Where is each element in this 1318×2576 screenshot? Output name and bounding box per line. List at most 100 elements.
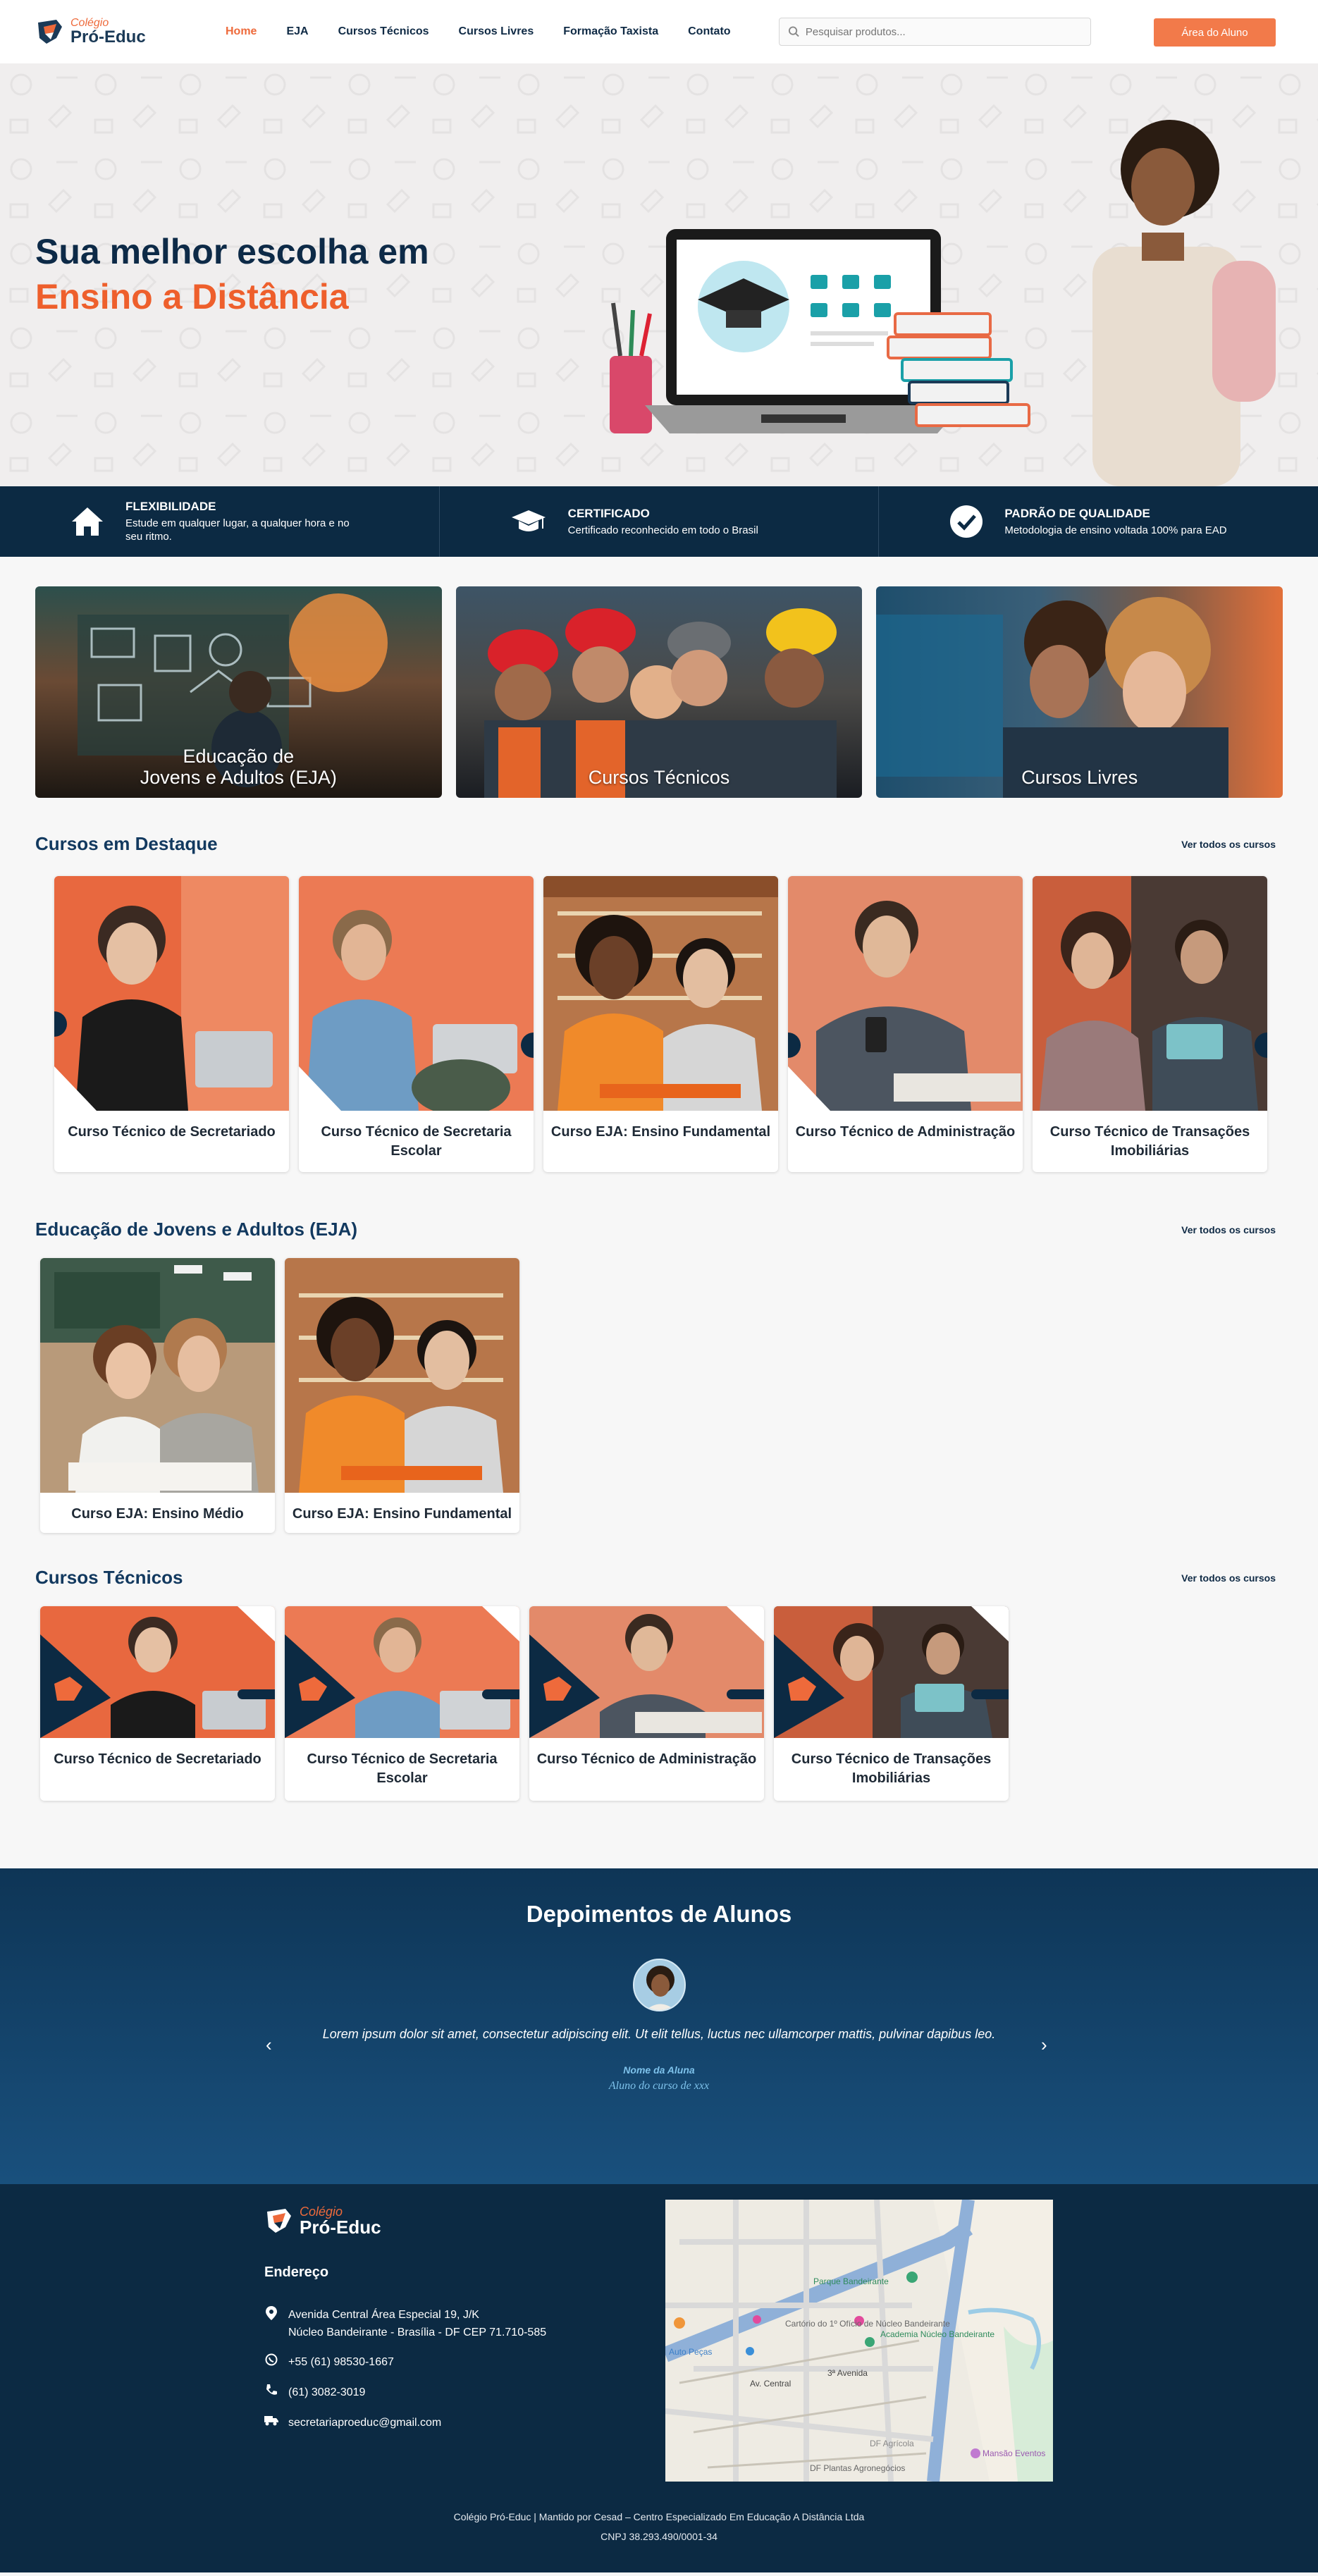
course-title: Curso Técnico de Secretariado xyxy=(68,1124,276,1140)
section-title: Cursos Técnicos xyxy=(35,1567,183,1588)
prev-arrow-icon[interactable]: ‹ xyxy=(266,2034,272,2056)
course-title: Curso EJA: Ensino Médio xyxy=(71,1506,244,1522)
logo-mark-icon xyxy=(38,20,62,44)
category-label-line1: Educação de xyxy=(183,746,295,767)
search-icon xyxy=(788,26,799,37)
course-card[interactable]: Curso Técnico de Secretaria Escolar xyxy=(285,1606,519,1801)
course-card[interactable]: Curso EJA: Ensino Médio xyxy=(40,1258,275,1533)
footer-logo[interactable]: Colégio Pró-Educ xyxy=(264,2205,546,2236)
map-label: Parque Bandeirante xyxy=(813,2276,889,2286)
course-card[interactable]: Curso Técnico de Transações Imobiliárias xyxy=(1033,876,1267,1172)
hero-title: Sua melhor escolha em Ensino a Distância xyxy=(35,229,429,319)
area-do-aluno-button[interactable]: Área do Aluno xyxy=(1154,18,1276,47)
section-title: Cursos em Destaque xyxy=(35,833,218,854)
feature-title: CERTIFICADO xyxy=(567,506,650,520)
hero-illustration xyxy=(610,120,1276,486)
course-card[interactable]: Curso Técnico de Transações Imobiliárias xyxy=(774,1606,1009,1801)
footer-copyright: Colégio Pró-Educ | Mantido por Cesad – C… xyxy=(453,2511,865,2522)
nav-home[interactable]: Home xyxy=(226,25,257,38)
category-card-livres[interactable]: Cursos Livres xyxy=(876,586,1283,798)
site-footer: Colégio Pró-Educ Endereço Avenida Centra… xyxy=(0,2184,1318,2572)
course-title: Curso Técnico de Secretariado xyxy=(54,1751,261,1767)
ver-todos-link[interactable]: Ver todos os cursos xyxy=(1181,839,1276,850)
course-card[interactable]: Curso Técnico de Secretariado xyxy=(40,1606,275,1801)
hero-title-line2: Ensino a Distância xyxy=(35,277,349,316)
map-label: Av. Central xyxy=(750,2379,791,2389)
course-card[interactable]: Curso EJA: Ensino Fundamental xyxy=(543,876,778,1172)
whatsapp-number: +55 (61) 98530-1667 xyxy=(288,2356,394,2368)
testimonials-section: Depoimentos de Alunos ‹ › Lorem ipsum do… xyxy=(0,1868,1318,2184)
next-arrow-icon[interactable]: › xyxy=(1041,2034,1047,2056)
search-box xyxy=(779,18,1091,46)
map-label: Academia Núcleo Bandeirante xyxy=(880,2329,994,2339)
graduation-cap-icon xyxy=(511,510,546,531)
course-title: Curso Técnico de Administração xyxy=(536,1751,757,1767)
course-image xyxy=(40,1258,275,1493)
map-pin-icon xyxy=(264,2306,278,2326)
testimonials-title: Depoimentos de Alunos xyxy=(526,1901,792,1927)
search-input[interactable] xyxy=(805,25,1082,38)
phone-icon xyxy=(264,2384,278,2402)
site-logo[interactable]: Colégio Pró-Educ xyxy=(35,17,226,47)
whatsapp-row[interactable]: +55 (61) 98530-1667 xyxy=(264,2353,546,2372)
category-image xyxy=(876,597,1229,798)
feature-desc: Certificado reconhecido em todo o Brasil xyxy=(567,524,758,536)
feature-title: FLEXIBILIDADE xyxy=(125,500,216,513)
nav-contato[interactable]: Contato xyxy=(688,25,730,38)
category-card-tecnicos[interactable]: Cursos Técnicos xyxy=(455,586,863,798)
course-image xyxy=(543,876,778,1111)
hero-title-line1: Sua melhor escolha em xyxy=(35,232,429,271)
section-tecnicos: Cursos Técnicos Ver todos os cursos Curs… xyxy=(0,1567,1318,1801)
logo-mark-icon xyxy=(267,2209,291,2233)
map-label: Cartório do 1º Ofício de Núcleo Bandeira… xyxy=(785,2319,950,2329)
feature-padrao-qualidade: PADRÃO DE QUALIDADE Metodologia de ensin… xyxy=(879,486,1318,557)
course-card[interactable]: Curso EJA: Ensino Fundamental xyxy=(285,1258,519,1533)
location-map[interactable]: Parque Bandeirante Cartório do 1º Ofício… xyxy=(665,2200,1053,2482)
section-title: Educação de Jovens e Adultos (EJA) xyxy=(35,1219,358,1240)
course-card[interactable]: Curso Técnico de Administração xyxy=(529,1606,764,1801)
hero-banner: Sua melhor escolha em Ensino a Distância xyxy=(0,63,1318,486)
email-row[interactable]: secretariaproeduc@gmail.com xyxy=(264,2414,546,2432)
nav-formacao-taxista[interactable]: Formação Taxista xyxy=(563,25,658,38)
ver-todos-link[interactable]: Ver todos os cursos xyxy=(1181,1224,1276,1235)
course-image xyxy=(285,1258,519,1493)
map-label: DF Agrícola xyxy=(870,2439,914,2448)
course-image xyxy=(299,876,534,1116)
course-card[interactable]: Curso Técnico de Administração xyxy=(788,876,1023,1172)
course-image xyxy=(285,1606,519,1738)
course-title: Curso Técnico de Secretaria Escolar xyxy=(307,1751,498,1786)
section-destaque: Cursos em Destaque Ver todos os cursos C… xyxy=(0,833,1318,1172)
category-card-eja[interactable]: Educação de Jovens e Adultos (EJA) xyxy=(35,586,442,798)
nav-eja[interactable]: EJA xyxy=(286,25,308,38)
course-title: Curso EJA: Ensino Fundamental xyxy=(550,1124,771,1140)
feature-desc: Metodologia de ensino voltada 100% para … xyxy=(1004,524,1227,536)
address-row: Avenida Central Área Especial 19, J/K Nú… xyxy=(264,2306,546,2341)
course-image xyxy=(54,876,289,1111)
ver-todos-link[interactable]: Ver todos os cursos xyxy=(1181,1572,1276,1584)
course-title: Curso Técnico de Transações Imobiliárias xyxy=(791,1751,992,1786)
course-image xyxy=(40,1606,275,1738)
nav-cursos-livres[interactable]: Cursos Livres xyxy=(459,25,534,38)
course-card[interactable]: Curso Técnico de Secretaria Escolar xyxy=(299,876,534,1172)
category-cards: Educação de Jovens e Adultos (EJA) Curso… xyxy=(0,557,1318,798)
avatar-image xyxy=(646,1966,675,2010)
testimonial-avatar xyxy=(632,1959,686,2011)
phone-number: (61) 3082-3019 xyxy=(288,2386,366,2398)
nav-cursos-tecnicos[interactable]: Cursos Técnicos xyxy=(338,25,429,38)
course-title: Curso Técnico de Secretaria Escolar xyxy=(321,1124,512,1159)
course-image xyxy=(788,876,1023,1111)
address-title: Endereço xyxy=(264,2264,329,2280)
address-line1: Avenida Central Área Especial 19, J/K xyxy=(288,2309,479,2321)
course-card[interactable]: Curso Técnico de Secretariado xyxy=(54,876,289,1172)
section-eja: Educação de Jovens e Adultos (EJA) Ver t… xyxy=(0,1219,1318,1533)
feature-certificado: CERTIFICADO Certificado reconhecido em t… xyxy=(440,486,880,557)
category-image xyxy=(484,608,837,798)
whatsapp-icon xyxy=(264,2353,278,2372)
category-label: Cursos Livres xyxy=(1021,767,1138,788)
course-title: Curso Técnico de Administração xyxy=(795,1124,1016,1140)
main-menu: Home EJA Cursos Técnicos Cursos Livres F… xyxy=(226,25,731,38)
testimonial-quote: Lorem ipsum dolor sit amet, consectetur … xyxy=(322,2027,996,2041)
phone-row[interactable]: (61) 3082-3019 xyxy=(264,2384,546,2402)
features-bar: FLEXIBILIDADE Estude em qualquer lugar, … xyxy=(0,486,1318,557)
footer-contact: Colégio Pró-Educ Endereço Avenida Centra… xyxy=(264,2205,546,2443)
